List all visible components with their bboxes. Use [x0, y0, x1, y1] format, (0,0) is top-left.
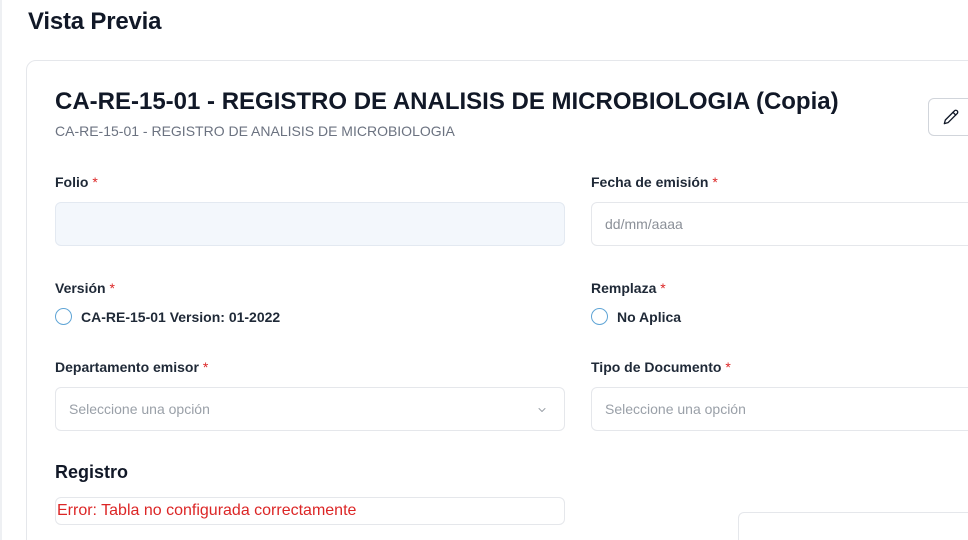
select-placeholder: Seleccione una opción — [605, 401, 746, 417]
departamento-emisor-label: Departamento emisor * — [55, 359, 209, 375]
remplaza-option-label: No Aplica — [617, 308, 682, 325]
fecha-emision-label: Fecha de emisión * — [591, 174, 718, 190]
version-radio[interactable] — [55, 308, 72, 325]
side-panel — [738, 512, 968, 540]
required-marker: * — [725, 359, 731, 375]
edit-button[interactable] — [928, 98, 968, 136]
registro-error-box: Error: Tabla no configurada correctament… — [55, 497, 565, 525]
version-label: Versión * — [55, 280, 115, 296]
required-marker: * — [712, 174, 718, 190]
chevron-down-icon — [538, 408, 546, 412]
required-marker: * — [109, 280, 115, 296]
version-option-label: CA-RE-15-01 Version: 01-2022 — [81, 308, 281, 325]
tipo-documento-label: Tipo de Documento * — [591, 359, 731, 375]
registro-title: Registro — [55, 462, 129, 482]
remplaza-label: Remplaza * — [591, 280, 666, 296]
required-marker: * — [92, 174, 98, 190]
version-radio-option[interactable]: CA-RE-15-01 Version: 01-2022 — [55, 308, 280, 325]
select-placeholder: Seleccione una opción — [69, 401, 210, 417]
departamento-emisor-select[interactable]: Seleccione una opción — [55, 387, 565, 431]
registro-error-message: Error: Tabla no configurada correctament… — [57, 502, 357, 519]
fecha-emision-input[interactable] — [591, 202, 968, 246]
pencil-icon — [943, 109, 959, 125]
folio-input[interactable] — [55, 202, 565, 246]
folio-label: Folio * — [55, 174, 98, 190]
tipo-documento-select[interactable]: Seleccione una opción — [591, 387, 968, 431]
remplaza-radio-option[interactable]: No Aplica — [591, 308, 681, 325]
left-border — [0, 0, 2, 540]
document-title: CA-RE-15-01 - REGISTRO DE ANALISIS DE MI… — [55, 88, 839, 115]
page-title: Vista Previa — [28, 8, 162, 35]
required-marker: * — [202, 359, 209, 375]
document-subtitle: CA-RE-15-01 - REGISTRO DE ANALISIS DE MI… — [55, 123, 455, 139]
remplaza-radio[interactable] — [591, 308, 608, 325]
required-marker: * — [660, 280, 666, 296]
